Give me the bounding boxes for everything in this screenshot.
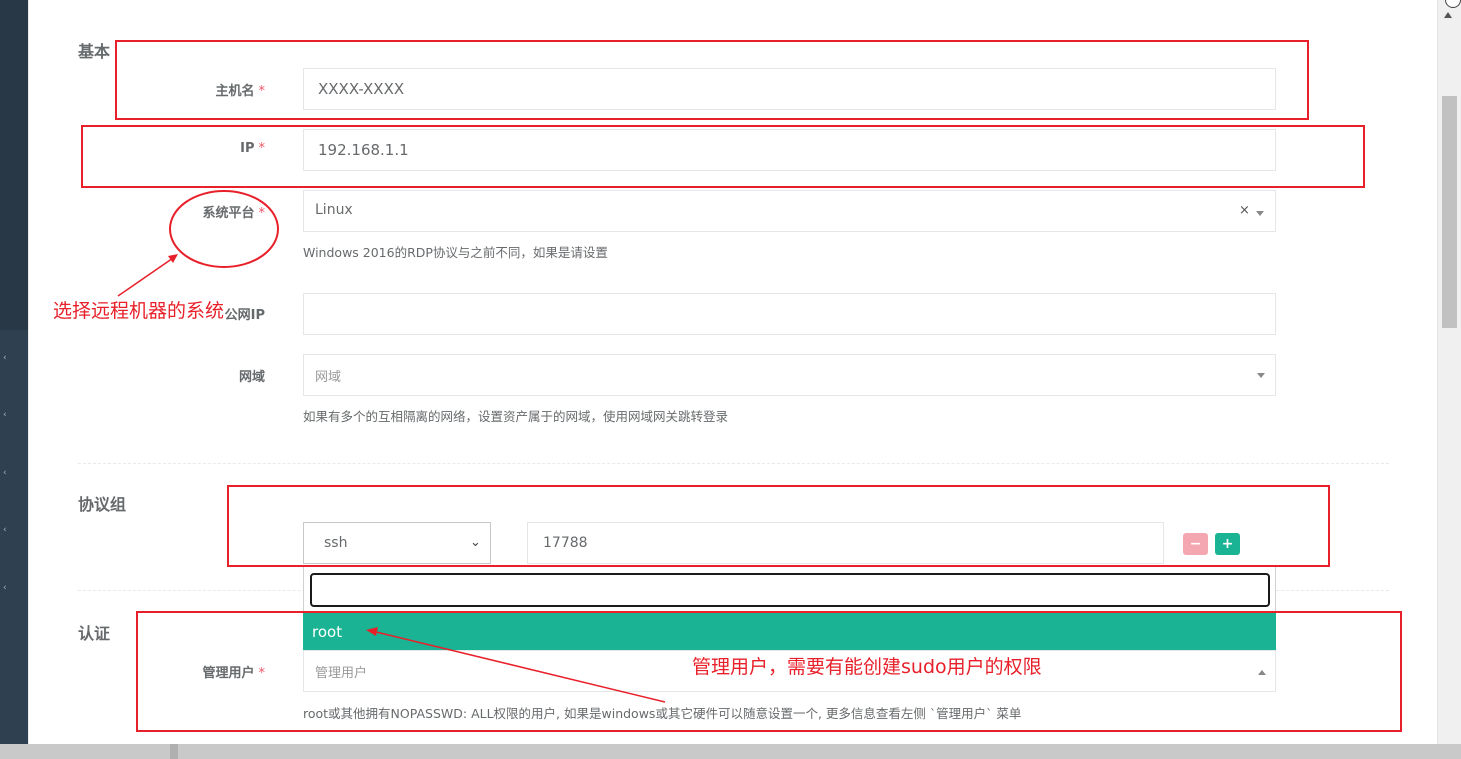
domain-label: 网域 (238, 370, 265, 385)
scroll-up-arrow-icon[interactable] (1444, 12, 1452, 18)
scroll-thumb[interactable] (1442, 96, 1457, 328)
section-title-basic: 基本 (78, 42, 111, 61)
bottom-bar (0, 744, 1461, 759)
platform-help: Windows 2016的RDP协议与之前不同，如果是请设置 (303, 245, 608, 260)
dropdown-search-input[interactable] (310, 573, 1270, 607)
chevron-down-icon[interactable] (1257, 373, 1265, 378)
annotation-box-hostname (115, 40, 1309, 120)
left-nav-upper (0, 0, 28, 330)
clear-icon[interactable]: × (1239, 203, 1250, 218)
domain-help: 如果有多个的互相隔离的网络，设置资产属于的网域，使用网域网关跳转登录 (303, 409, 729, 424)
platform-label: 系统平台 * (202, 206, 266, 221)
vertical-scrollbar[interactable] (1437, 0, 1461, 744)
nav-chevron-icon[interactable]: ‹ (3, 467, 13, 479)
section-divider (78, 463, 1389, 464)
nav-chevron-icon[interactable]: ‹ (3, 524, 13, 536)
annotation-text-admin: 管理用户，需要有能创建sudo用户的权限 (692, 656, 1042, 678)
nav-chevron-icon[interactable]: ‹ (3, 352, 13, 364)
left-navigation: ‹ ‹ ‹ ‹ ‹ (0, 0, 28, 759)
platform-select[interactable]: Linux (303, 190, 1276, 232)
section-title-auth: 认证 (78, 624, 111, 643)
bottom-bar-segment (170, 744, 178, 759)
required-marker: * (258, 206, 266, 221)
annotation-box-ip (81, 125, 1365, 188)
section-title-protocols: 协议组 (78, 495, 127, 514)
annotation-text-platform: 选择远程机器的系统 (53, 300, 225, 322)
nav-chevron-icon[interactable]: ‹ (3, 582, 13, 594)
chevron-down-icon[interactable] (1256, 211, 1264, 216)
public-ip-input[interactable] (303, 293, 1276, 335)
annotation-box-protocol (227, 485, 1330, 567)
platform-value: Linux (315, 202, 353, 218)
domain-select[interactable]: 网域 (303, 354, 1276, 396)
domain-placeholder: 网域 (315, 369, 342, 385)
nav-chevron-icon[interactable]: ‹ (3, 409, 13, 421)
